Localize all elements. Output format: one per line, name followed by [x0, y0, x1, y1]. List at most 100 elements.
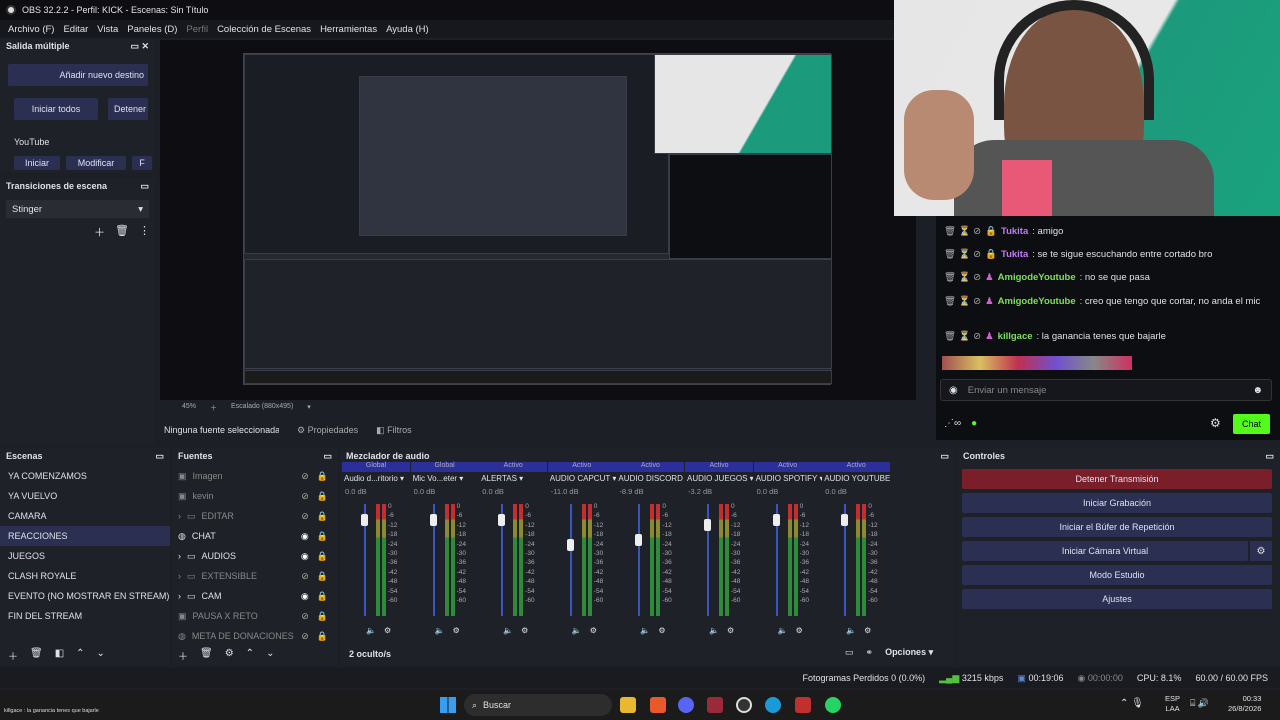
fader-handle[interactable] — [841, 514, 849, 526]
start-button[interactable]: Iniciar — [14, 156, 60, 170]
source-item[interactable]: › ▭ EDITAR ⊘ 🔒 — [172, 506, 338, 526]
lock-icon[interactable]: 🔒 — [317, 471, 328, 482]
menu-herramientas[interactable]: Herramientas — [320, 24, 377, 35]
file-explorer-icon[interactable] — [620, 697, 636, 713]
hidden-eye-icon[interactable]: ⊘ — [301, 631, 309, 642]
hidden-eye-icon[interactable]: ⊘ — [301, 491, 309, 502]
source-item[interactable]: › ▭ CAM ◉ 🔒 — [172, 586, 338, 606]
app-icon[interactable] — [707, 697, 723, 713]
add-icon[interactable]: ＋ — [8, 648, 18, 663]
fader-handle[interactable] — [498, 514, 506, 526]
volume-fader[interactable] — [569, 504, 572, 616]
monitor-icon[interactable]: ⚙ — [864, 626, 871, 635]
monitor-icon[interactable]: ⚙ — [658, 626, 665, 635]
obs-icon[interactable] — [736, 697, 752, 713]
eye-icon[interactable]: ◉ — [301, 591, 309, 602]
trash-icon[interactable]: 🗑 — [115, 224, 129, 240]
up-icon[interactable]: ⌃ — [246, 648, 254, 663]
float-icon[interactable]: ▭ — [155, 451, 164, 462]
channel-name[interactable]: Mic Vo...eter ▾ — [411, 474, 479, 483]
fader-handle[interactable] — [361, 514, 368, 526]
down-icon[interactable]: ⌄ — [266, 648, 274, 663]
kick-icon[interactable]: ● — [971, 418, 977, 429]
speaker-icon[interactable]: 🔈 — [778, 626, 788, 635]
discord-icon[interactable] — [678, 697, 694, 713]
volume-fader[interactable] — [638, 504, 641, 616]
hidden-count[interactable]: 2 oculto/s — [349, 649, 391, 659]
monitor-icon[interactable]: ⚙ — [384, 626, 391, 635]
lock-icon[interactable]: 🔒 — [317, 491, 328, 502]
expand-icon[interactable]: › — [178, 511, 181, 521]
channel-name[interactable]: AUDIO JUEGOS ▾ — [685, 474, 753, 483]
hidden-eye-icon[interactable]: ⊘ — [301, 511, 309, 522]
chevron-down-icon[interactable]: ▾ — [307, 403, 311, 413]
points-icon[interactable]: ⋰∞ — [944, 418, 961, 429]
source-item[interactable]: › ▭ EXTENSIBLE ⊘ 🔒 — [172, 566, 338, 586]
channel-name[interactable]: AUDIO SPOTIFY ▾ — [754, 474, 822, 483]
hidden-eye-icon[interactable]: ⊘ — [301, 611, 309, 622]
scene-item[interactable]: YA VUELVO — [0, 486, 170, 506]
settings-button[interactable]: Ajustes — [962, 589, 1272, 609]
scene-item-selected[interactable]: REACCIONES — [0, 526, 170, 546]
link-icon[interactable]: ⚭ — [866, 647, 874, 658]
expand-icon[interactable]: › — [178, 591, 181, 601]
hidden-eye-icon[interactable]: ⊘ — [301, 471, 309, 482]
speaker-icon[interactable]: 🔈 — [846, 626, 856, 635]
gear-icon[interactable]: ⚙ — [1210, 416, 1221, 430]
virtual-camera-settings-icon[interactable]: ⚙ — [1250, 541, 1272, 561]
lock-icon[interactable]: 🔒 — [317, 591, 328, 602]
edge-icon[interactable] — [765, 697, 781, 713]
fader-handle[interactable] — [772, 514, 780, 526]
replay-buffer-button[interactable]: Iniciar el Búfer de Repetición — [962, 517, 1272, 537]
more-icon[interactable]: ⋮ — [139, 224, 150, 240]
modify-button[interactable]: Modificar — [66, 156, 126, 170]
brave-icon[interactable] — [650, 697, 666, 713]
virtual-camera-button[interactable]: Iniciar Cámara Virtual — [962, 541, 1248, 561]
menu-archivo[interactable]: Archivo (F) — [8, 24, 54, 35]
hidden-eye-icon[interactable]: ⊘ — [301, 571, 309, 582]
speaker-icon[interactable]: 🔈 — [503, 626, 513, 635]
taskbar-search[interactable]: ⌕ Buscar — [464, 694, 612, 716]
scene-item[interactable]: FIN DEL STREAM — [0, 606, 170, 626]
stop-all-button[interactable]: Detener — [108, 98, 148, 120]
source-item[interactable]: ◍ META DE DONACIONES ⊘ 🔒 — [172, 626, 338, 646]
scene-item[interactable]: CAMARA — [0, 506, 170, 526]
news-icon[interactable] — [795, 697, 811, 713]
source-item[interactable]: › ▭ AUDIOS ◉ 🔒 — [172, 546, 338, 566]
trash-icon[interactable]: 🗑 — [200, 648, 213, 663]
monitor-icon[interactable]: ⚙ — [727, 626, 734, 635]
start-recording-button[interactable]: Iniciar Grabación — [962, 493, 1272, 513]
channel-name[interactable]: AUDIO DISCORD ▾ — [616, 474, 684, 483]
float-icon[interactable]: ▭ — [1265, 451, 1274, 462]
mod-actions-icon[interactable]: 🗑 ⏳ ⊘ — [944, 272, 981, 283]
options-button[interactable]: Opciones ▾ — [885, 647, 933, 658]
source-item[interactable]: ◍ CHAT ◉ 🔒 — [172, 526, 338, 546]
down-icon[interactable]: ⌄ — [97, 648, 105, 663]
monitor-icon[interactable]: ⚙ — [796, 626, 803, 635]
scene-item[interactable]: JUEGOS — [0, 546, 170, 566]
close-icon[interactable]: ▭ ✕ — [130, 41, 149, 52]
speaker-icon[interactable]: 🔈 — [572, 626, 582, 635]
speaker-icon[interactable]: 🔈 — [366, 626, 376, 635]
layout-icon[interactable]: ▭ — [845, 647, 854, 658]
eye-icon[interactable]: ◉ — [301, 531, 309, 542]
gear-icon[interactable]: ⚙ — [225, 648, 234, 663]
tray-icons[interactable]: ⌃ 🎙 — [1120, 698, 1144, 709]
float-icon[interactable]: ▭ — [323, 451, 332, 462]
zoom-value[interactable]: 45% — [182, 403, 196, 413]
fader-handle[interactable] — [704, 519, 711, 531]
add-icon[interactable]: ＋ — [178, 648, 188, 663]
mod-actions-icon[interactable]: 🗑 ⏳ ⊘ — [944, 249, 981, 260]
whatsapp-icon[interactable] — [825, 697, 841, 713]
up-icon[interactable]: ⌃ — [76, 648, 84, 663]
float-icon[interactable]: ▭ — [940, 451, 949, 462]
speaker-icon[interactable]: 🔈 — [435, 626, 445, 635]
menu-editar[interactable]: Editar — [63, 24, 88, 35]
lock-icon[interactable]: 🔒 — [317, 631, 328, 642]
lock-icon[interactable]: 🔒 — [317, 611, 328, 622]
source-item[interactable]: ▣ PAUSA X RETO ⊘ 🔒 — [172, 606, 338, 626]
stop-streaming-button[interactable]: Detener Transmisión — [962, 469, 1272, 489]
add-destination-button[interactable]: Añadir nuevo destino — [8, 64, 148, 86]
menu-perfil[interactable]: Perfil — [186, 24, 208, 35]
clock-time[interactable]: 00:33 — [1228, 694, 1262, 704]
